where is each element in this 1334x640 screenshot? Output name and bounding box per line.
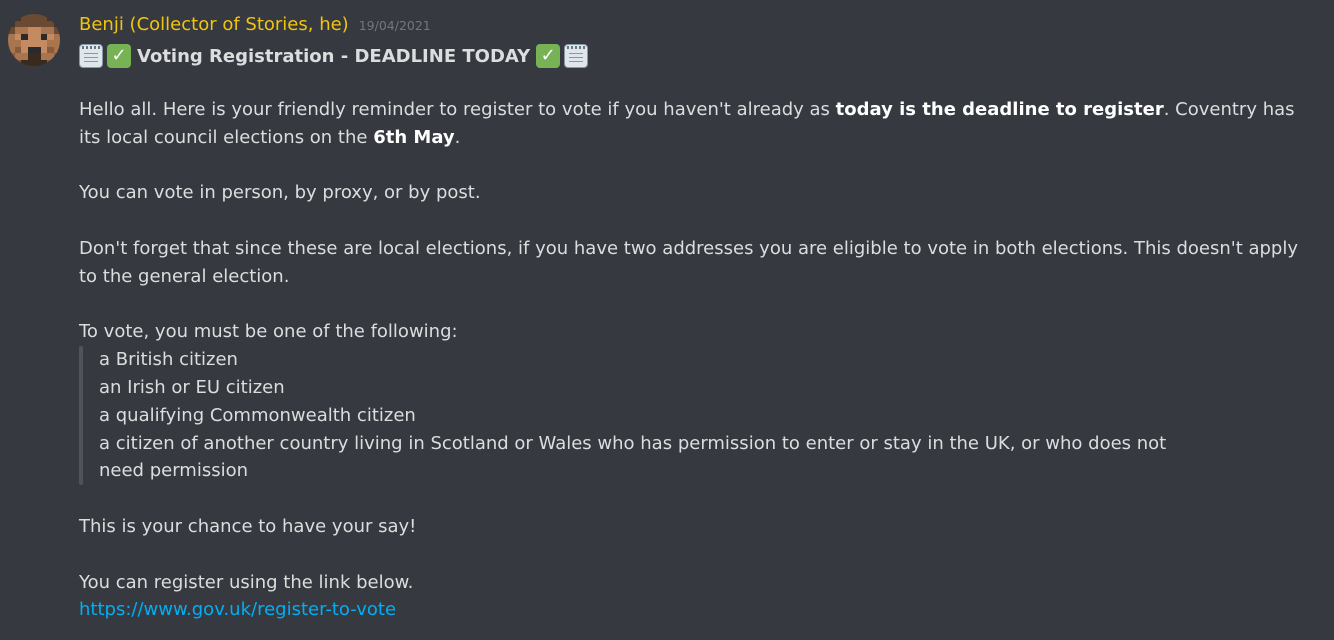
notepad-icon xyxy=(79,44,103,68)
avatar[interactable] xyxy=(8,14,60,66)
deadline-emphasis: today is the deadline to register xyxy=(835,99,1164,120)
date-emphasis: 6th May xyxy=(373,126,455,148)
message-header: Benji (Collector of Stories, he) 19/04/2… xyxy=(79,14,431,42)
timestamp: 19/04/2021 xyxy=(358,18,431,33)
message-body: Hello all. Here is your friendly reminde… xyxy=(79,96,1319,624)
eligibility-quote: a British citizen an Irish or EU citizen… xyxy=(79,346,1319,486)
paragraph-reminder: Hello all. Here is your friendly reminde… xyxy=(79,96,1319,152)
text-segment: Hello all. Here is your friendly reminde… xyxy=(79,99,836,120)
register-link[interactable]: https://www.gov.uk/register-to-vote xyxy=(79,599,396,620)
list-item: a citizen of another country living in S… xyxy=(99,432,1167,482)
text-segment: . xyxy=(454,126,461,148)
chat-message: Benji (Collector of Stories, he) 19/04/2… xyxy=(0,0,1334,640)
title-text: Voting Registration - DEADLINE TODAY xyxy=(137,45,531,67)
check-mark-icon: ✓ xyxy=(536,44,561,68)
notepad-icon xyxy=(564,44,589,68)
paragraph-methods: You can vote in person, by proxy, or by … xyxy=(79,182,481,204)
eligibility-intro: To vote, you must be one of the followin… xyxy=(79,321,458,343)
message-title: ✓ Voting Registration - DEADLINE TODAY ✓ xyxy=(79,42,589,70)
list-item: an Irish or EU citizen xyxy=(99,376,285,398)
list-item: a British citizen xyxy=(99,349,238,371)
check-mark-icon: ✓ xyxy=(107,44,131,68)
list-item: a qualifying Commonwealth citizen xyxy=(99,404,416,426)
paragraph-register: You can register using the link below. xyxy=(79,571,414,593)
paragraph-addresses: Don't forget that since these are local … xyxy=(79,237,1299,287)
paragraph-chance: This is your chance to have your say! xyxy=(79,515,417,537)
username[interactable]: Benji (Collector of Stories, he) xyxy=(79,14,349,35)
eligibility-list: a British citizen an Irish or EU citizen… xyxy=(83,346,1179,485)
